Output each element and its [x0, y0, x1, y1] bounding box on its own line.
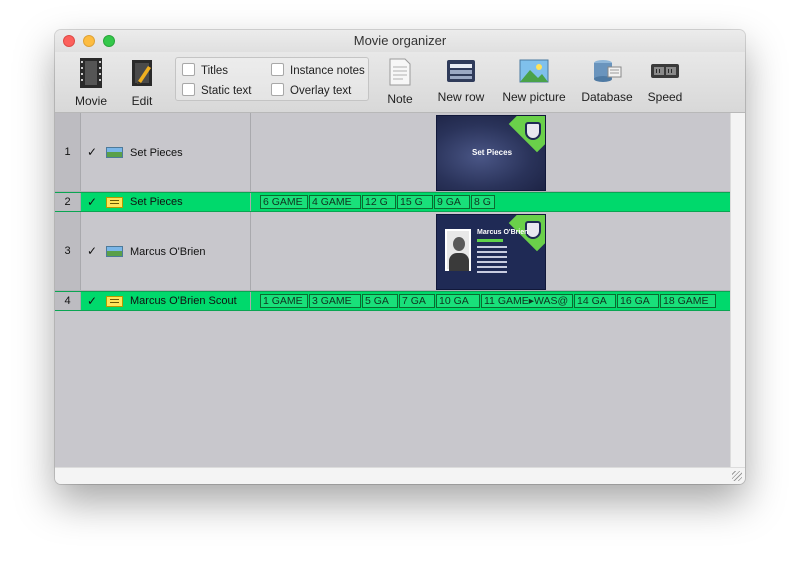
picture-thumbnail[interactable]: Marcus O'Brien: [436, 214, 546, 290]
movie-organizer-window: Movie organizer Movie Edit Titles Static…: [55, 30, 745, 484]
subtitle-line: [477, 239, 503, 242]
clip-item[interactable]: 14 GA: [574, 294, 616, 308]
checkbox-box: [271, 83, 284, 96]
new-row-button[interactable]: New row: [435, 58, 487, 104]
timeline-area[interactable]: 1 ✓ Set Pieces Set Pieces 2 ✓ Set Pieces…: [55, 113, 730, 467]
clip-item[interactable]: 9 GA: [434, 195, 470, 209]
column-divider: [250, 193, 251, 211]
clip-item[interactable]: 1 GAME: [260, 294, 308, 308]
row-name[interactable]: Marcus O'Brien: [130, 246, 205, 258]
clip-strip: 6 GAME 4 GAME 12 G 15 G9 GA 8 G: [260, 195, 496, 209]
text-row-icon: [106, 197, 123, 208]
static-text-checkbox[interactable]: Static text: [182, 83, 252, 97]
table-row[interactable]: 1 ✓ Set Pieces Set Pieces: [55, 113, 730, 192]
table-row[interactable]: 2 ✓ Set Pieces 6 GAME 4 GAME 12 G 15 G9 GA 8…: [55, 192, 730, 212]
picture-thumbnail[interactable]: Set Pieces: [436, 115, 546, 191]
film-icon: [80, 58, 102, 88]
picture-row-icon: [106, 147, 123, 158]
title-bar: Movie organizer: [55, 30, 745, 52]
picture-icon: [519, 59, 549, 83]
clip-item[interactable]: 5 GA: [362, 294, 398, 308]
horizontal-scrollbar[interactable]: [55, 467, 745, 484]
clip-strip: 1 GAME 3 GAME 5 GA 7 GA 10 GA 11 GAME▸WAS@ 14 …: [260, 294, 717, 308]
database-button[interactable]: Database: [581, 58, 633, 104]
vertical-scrollbar[interactable]: [730, 113, 745, 467]
titles-checkbox[interactable]: Titles: [182, 63, 228, 77]
clip-item[interactable]: 6 GAME: [260, 195, 308, 209]
row-number: 3: [55, 212, 81, 290]
clip-item[interactable]: 12 G: [362, 195, 396, 209]
clip-item[interactable]: 3 GAME: [309, 294, 361, 308]
speed-icon: [651, 64, 679, 78]
crest-icon: [525, 122, 541, 140]
row-name[interactable]: Marcus O'Brien Scout: [130, 295, 237, 307]
column-divider: [250, 113, 251, 191]
player-photo: [445, 229, 471, 271]
checkbox-box: [271, 63, 284, 76]
speed-button[interactable]: Speed: [645, 58, 685, 104]
display-options-group: Titles Static text Instance notes Overla…: [175, 57, 369, 101]
clip-item[interactable]: 10 GA: [436, 294, 480, 308]
minimize-window-button[interactable]: [83, 35, 95, 47]
row-enabled-checkbox[interactable]: ✓: [85, 294, 99, 308]
window-title: Movie organizer: [353, 33, 447, 48]
table-row[interactable]: 4 ✓ Marcus O'Brien Scout 1 GAME 3 GAME 5 G…: [55, 291, 730, 311]
bio-text-lines: [477, 246, 507, 248]
new-picture-button[interactable]: New picture: [501, 58, 567, 104]
row-enabled-checkbox[interactable]: ✓: [85, 244, 99, 258]
toolbar: Movie Edit Titles Static text Instance n…: [55, 52, 745, 113]
note-button[interactable]: Note: [383, 58, 417, 106]
clip-item[interactable]: 15 G: [397, 195, 433, 209]
resize-grip-icon[interactable]: [732, 471, 742, 481]
text-row-icon: [106, 296, 123, 307]
row-number: 2: [55, 193, 81, 211]
checkbox-box: [182, 83, 195, 96]
row-name[interactable]: Set Pieces: [130, 147, 183, 159]
checkbox-box: [182, 63, 195, 76]
clip-item[interactable]: 11 GAME▸WAS@: [481, 294, 573, 308]
picture-row-icon: [106, 246, 123, 257]
instance-notes-checkbox[interactable]: Instance notes: [271, 63, 365, 77]
row-enabled-checkbox[interactable]: ✓: [85, 145, 99, 159]
close-window-button[interactable]: [63, 35, 75, 47]
row-number: 1: [55, 113, 81, 191]
edit-icon: [132, 60, 152, 86]
row-name[interactable]: Set Pieces: [130, 196, 183, 208]
column-divider: [250, 292, 251, 310]
movie-button[interactable]: Movie: [69, 58, 113, 108]
row-number: 4: [55, 292, 81, 310]
clip-item[interactable]: 16 GA: [617, 294, 659, 308]
note-icon: [389, 58, 411, 86]
database-icon: [594, 60, 622, 82]
zoom-window-button[interactable]: [103, 35, 115, 47]
clip-item[interactable]: 4 GAME: [309, 195, 361, 209]
clip-item[interactable]: 7 GA: [399, 294, 435, 308]
overlay-text-checkbox[interactable]: Overlay text: [271, 83, 351, 97]
clip-item[interactable]: 8 G: [471, 195, 495, 209]
table-row[interactable]: 3 ✓ Marcus O'Brien Marcus O'Brien: [55, 212, 730, 291]
column-divider: [250, 212, 251, 290]
edit-button[interactable]: Edit: [125, 58, 159, 108]
new-row-icon: [447, 60, 475, 82]
clip-item[interactable]: 18 GAME: [660, 294, 716, 308]
row-enabled-checkbox[interactable]: ✓: [85, 195, 99, 209]
